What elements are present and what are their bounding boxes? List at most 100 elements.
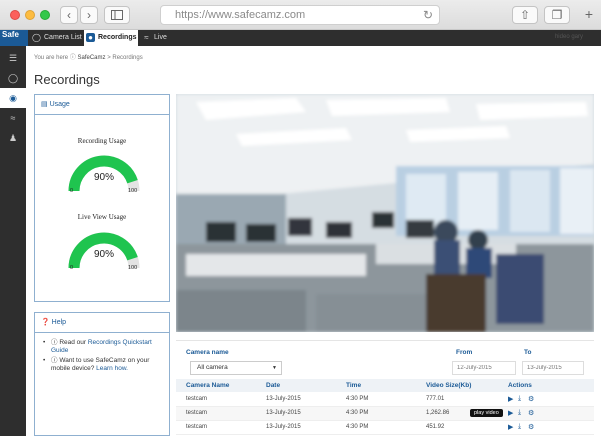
tabs-button[interactable]: ❐ [544,6,570,24]
help-panel-header: ❓ Help [35,313,169,333]
chart-icon: ▤ [41,101,48,108]
help-panel: ❓ Help ⓘ Read our Recordings Quickstart … [34,312,170,436]
learn-how-link[interactable]: Learn how. [96,365,128,372]
share-button[interactable]: ⇧ [512,6,538,24]
help-item: ⓘ Read our Recordings Quickstart Guide [43,339,163,355]
question-icon: ❓ [41,319,50,326]
live-usage-label: Live View Usage [77,213,127,221]
camera-name-select[interactable]: All camera ▼ [190,361,282,375]
column-header[interactable]: Time [346,382,361,389]
new-tab-button[interactable]: + [580,6,598,24]
from-label: From [456,349,473,356]
table-row: testcam 13-July-2015 4:30 PM 451.92 ▶ ⤓ … [176,421,594,435]
to-label: To [524,349,532,356]
column-header[interactable]: Video Size(Kb) [426,382,471,389]
info-icon: ⓘ [69,55,76,61]
live-icon: ≈ [10,113,16,123]
share-icon: ⇧ [519,8,531,22]
info-icon: ⓘ [51,339,58,346]
live-usage-max: 100 [128,265,138,271]
live-icon: ≈ [144,33,149,42]
recording-usage-max: 100 [128,188,138,194]
sidebar: ☰ ◯ ◉ ≈ ♟ [0,46,26,436]
cell-size: 1,262.86 [426,410,450,416]
url-text: https://www.safecamz.com [175,9,306,21]
sidebar-item-menu[interactable]: ☰ [0,48,26,68]
sidebar-toggle-button[interactable] [104,6,130,24]
safecamz-logo[interactable]: Safe [0,30,28,46]
help-item: ⓘ Want to use SafeCamz on your mobile de… [43,357,163,373]
breadcrumb-current: Recordings [112,55,143,61]
cell-camera: testcam [186,424,208,430]
minimize-window-button[interactable] [25,10,35,20]
close-window-button[interactable] [10,10,20,20]
settings-icon[interactable]: ⚙ [528,409,534,417]
browser-toolbar: ‹ › https://www.safecamz.com ↻ ⇧ ❐ + [0,0,601,30]
recordings-icon: ◉ [9,93,17,103]
breadcrumb-separator: > [107,55,111,61]
sidebar-item-user[interactable]: ♟ [0,128,26,148]
page-title: Recordings [34,72,100,87]
back-button[interactable]: ‹ [60,6,78,24]
camera-name-label: Camera name [186,349,229,356]
chevron-right-icon: › [87,8,91,22]
recordings-section: Camera name All camera ▼ From To Camera … [176,340,594,436]
sidebar-icon [111,10,123,20]
to-date-input[interactable] [522,361,584,375]
recording-usage-value: 90% [94,172,114,183]
sidebar-item-live[interactable]: ≈ [0,108,26,128]
column-header[interactable]: Camera Name [186,382,229,389]
cell-size: 777.01 [426,396,445,402]
cell-date: 13-July-2015 [266,396,301,402]
table-row: testcam 13-July-2015 4:30 PM 1,262.86 pl… [176,407,594,421]
play-video-tooltip: play video [470,409,503,417]
info-icon: ⓘ [51,357,58,364]
recording-usage-min: 0 [70,188,74,194]
settings-icon[interactable]: ⚙ [528,395,534,403]
breadcrumb: You are here ⓘ SafeCamz > Recordings [34,55,143,61]
plus-icon: + [584,6,594,22]
sidebar-item-recordings[interactable]: ◉ [0,88,26,108]
cell-size: 451.92 [426,424,445,430]
usage-panel: ▤ Usage Recording Usage 90% 0 100 Live V… [34,94,170,302]
caret-down-icon: ▼ [272,365,277,371]
cell-time: 4:30 PM [346,396,369,402]
tab-live[interactable]: ≈ Live [140,30,180,46]
recording-usage-label: Recording Usage [77,137,127,145]
play-icon[interactable]: ▶ [508,423,513,431]
column-header[interactable]: Date [266,382,280,389]
menu-icon: ☰ [8,53,18,63]
cell-time: 4:30 PM [346,410,369,416]
cell-date: 13-July-2015 [266,410,301,416]
chevron-left-icon: ‹ [67,8,71,22]
settings-icon[interactable]: ⚙ [528,423,534,431]
tab-recordings[interactable]: ● Recordings [84,30,138,46]
download-icon[interactable]: ⤓ [518,395,521,403]
usage-panel-header: ▤ Usage [35,95,169,115]
sidebar-item-cameras[interactable]: ◯ [0,68,26,88]
breadcrumb-home-link[interactable]: SafeCamz [78,55,106,61]
play-icon[interactable]: ▶ [508,409,513,417]
office-photo [176,94,594,332]
camera-icon: ◯ [32,33,41,42]
camera-snapshot[interactable] [176,94,594,332]
camera-icon: ◯ [7,73,19,83]
table-row: testcam 13-July-2015 4:30 PM 777.01 ▶ ⤓ … [176,393,594,407]
play-icon[interactable]: ▶ [508,395,513,403]
live-usage-min: 0 [70,265,74,271]
tab-camera-list[interactable]: ◯ Camera List [30,30,82,46]
app-top-bar: Safe ◯ Camera List ● Recordings ≈ Live h… [0,30,601,46]
download-icon[interactable]: ⤓ [518,409,521,417]
cell-camera: testcam [186,396,208,402]
recordings-icon: ● [86,33,95,42]
tabs-icon: ❐ [551,8,563,22]
forward-button[interactable]: › [80,6,98,24]
table-header: Camera Name Date Time Video Size(Kb) Act… [176,379,594,392]
download-icon[interactable]: ⤓ [518,423,521,431]
user-name[interactable]: hideo gary [555,34,583,40]
cell-date: 13-July-2015 [266,424,301,430]
zoom-window-button[interactable] [40,10,50,20]
reload-icon[interactable]: ↻ [423,8,433,22]
from-date-input[interactable] [452,361,516,375]
address-bar[interactable]: https://www.safecamz.com ↻ [160,5,440,25]
